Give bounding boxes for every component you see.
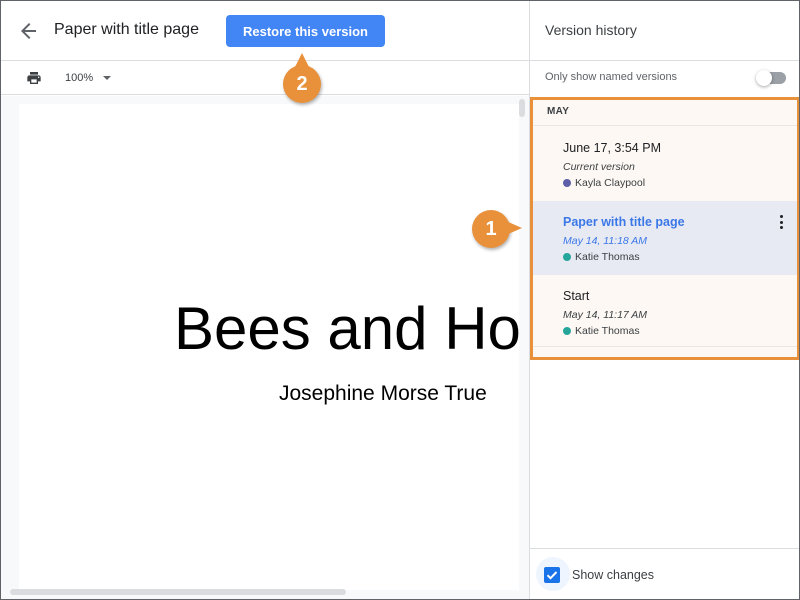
more-vert-icon	[779, 215, 783, 218]
more-vert-dot	[779, 220, 783, 224]
version-history-panel: Version history Only show named versions…	[529, 1, 799, 599]
chevron-down-icon	[103, 76, 112, 80]
version-item[interactable]: June 17, 3:54 PM Current version Kayla C…	[530, 127, 799, 201]
user-name: Katie Thomas	[575, 325, 640, 337]
panel-header: Version history	[530, 1, 799, 61]
toolbar: 100%	[1, 61, 529, 95]
callout-badge-1: 1	[472, 210, 522, 248]
vertical-scrollbar[interactable]	[519, 99, 525, 117]
version-item-selected[interactable]: Paper with title page May 14, 11:18 AM K…	[530, 201, 799, 275]
panel-footer: Show changes	[530, 548, 799, 599]
app-window: Paper with title page Restore this versi…	[0, 0, 800, 600]
restore-version-button[interactable]: Restore this version	[226, 15, 385, 47]
version-item[interactable]: Start May 14, 11:17 AM Katie Thomas	[530, 275, 799, 349]
document-title: Paper with title page	[54, 21, 199, 38]
more-options-button[interactable]	[777, 213, 785, 231]
print-button[interactable]	[26, 70, 42, 86]
show-changes-label: Show changes	[572, 568, 655, 582]
document-page: Bees and Hor Josephine Morse True	[19, 104, 519, 590]
month-header: MAY	[530, 98, 799, 126]
named-versions-row: Only show named versions	[530, 61, 799, 97]
version-user: Katie Thomas	[563, 325, 640, 337]
panel-title: Version history	[545, 22, 637, 38]
show-changes-checkbox[interactable]	[544, 567, 560, 583]
named-versions-toggle[interactable]	[756, 70, 786, 86]
version-list: MAY June 17, 3:54 PM Current version Kay…	[530, 98, 799, 360]
version-subtitle: May 14, 11:17 AM	[563, 309, 648, 321]
document-canvas: Bees and Hor Josephine Morse True	[1, 96, 529, 599]
version-subtitle: May 14, 11:18 AM	[563, 235, 648, 247]
zoom-value: 100%	[65, 72, 94, 84]
version-title: Paper with title page	[563, 215, 685, 229]
user-color-dot	[563, 327, 571, 335]
user-color-dot	[563, 179, 571, 187]
checkmark-icon	[546, 571, 558, 580]
document-heading: Bees and Hor	[174, 295, 519, 362]
version-title: June 17, 3:54 PM	[563, 141, 661, 155]
zoom-dropdown[interactable]: 100%	[65, 70, 112, 86]
user-name: Kayla Claypool	[575, 177, 646, 189]
divider	[530, 346, 799, 347]
version-subtitle: Current version	[563, 161, 635, 173]
version-user: Katie Thomas	[563, 251, 640, 263]
user-color-dot	[563, 253, 571, 261]
top-bar: Paper with title page Restore this versi…	[1, 1, 529, 61]
named-versions-label: Only show named versions	[545, 71, 678, 83]
arrow-left-icon	[21, 23, 36, 39]
month-label: MAY	[547, 106, 570, 117]
print-icon	[27, 72, 41, 84]
callout-badge-2: 2	[283, 53, 321, 103]
version-title: Start	[563, 289, 590, 303]
back-button[interactable]	[17, 19, 41, 43]
horizontal-scrollbar[interactable]	[10, 589, 346, 595]
user-name: Katie Thomas	[575, 251, 640, 263]
version-user: Kayla Claypool	[563, 177, 645, 189]
toggle-thumb	[756, 70, 772, 86]
more-vert-dot	[779, 226, 783, 229]
document-author: Josephine Morse True	[279, 382, 487, 405]
document-area: Paper with title page Restore this versi…	[1, 1, 529, 599]
